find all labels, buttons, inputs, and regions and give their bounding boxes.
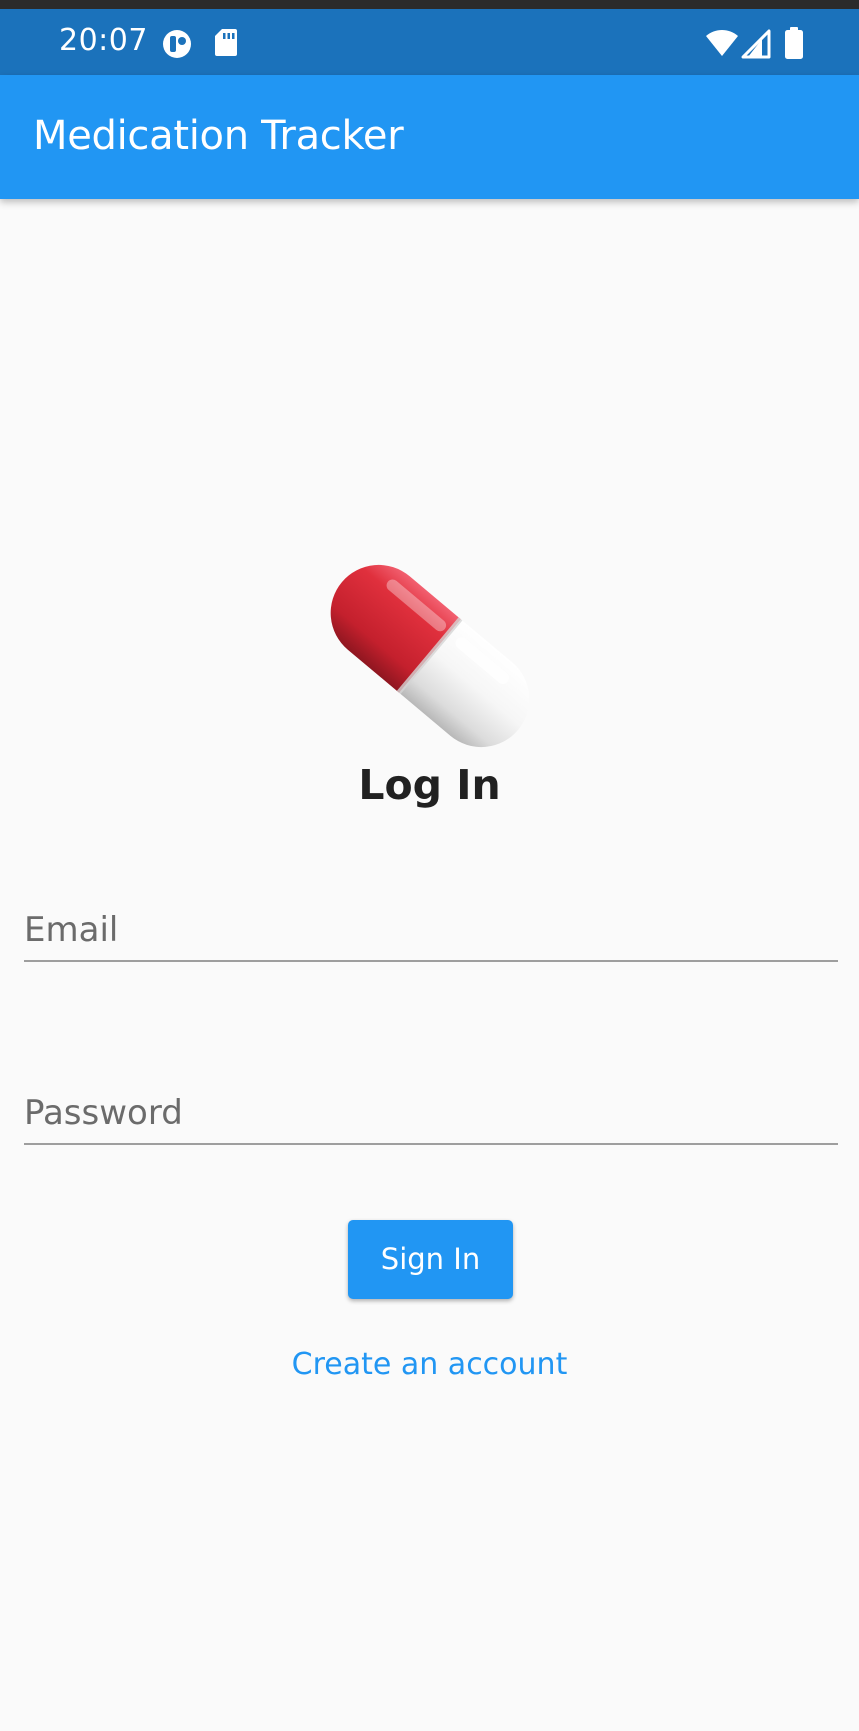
email-input[interactable] [24, 900, 838, 960]
password-input[interactable] [24, 1083, 838, 1143]
pill-capsule-icon [330, 564, 530, 748]
app-bar: Medication Tracker [0, 75, 859, 199]
email-field[interactable] [24, 900, 838, 962]
sd-card-icon [215, 29, 237, 56]
status-time: 20:07 [59, 23, 148, 58]
app-title: Medication Tracker [33, 113, 404, 159]
app-notification-icon [163, 30, 191, 58]
login-heading: Log In [358, 761, 501, 809]
wifi-icon [706, 30, 738, 56]
status-bar: 20:07 [0, 9, 859, 75]
cellular-signal-icon [741, 29, 771, 59]
create-account-link[interactable]: Create an account [0, 1345, 859, 1385]
top-edge-strip [0, 0, 859, 9]
sign-in-button[interactable]: Sign In [348, 1220, 513, 1299]
battery-icon [785, 27, 803, 59]
password-field[interactable] [24, 1083, 838, 1145]
